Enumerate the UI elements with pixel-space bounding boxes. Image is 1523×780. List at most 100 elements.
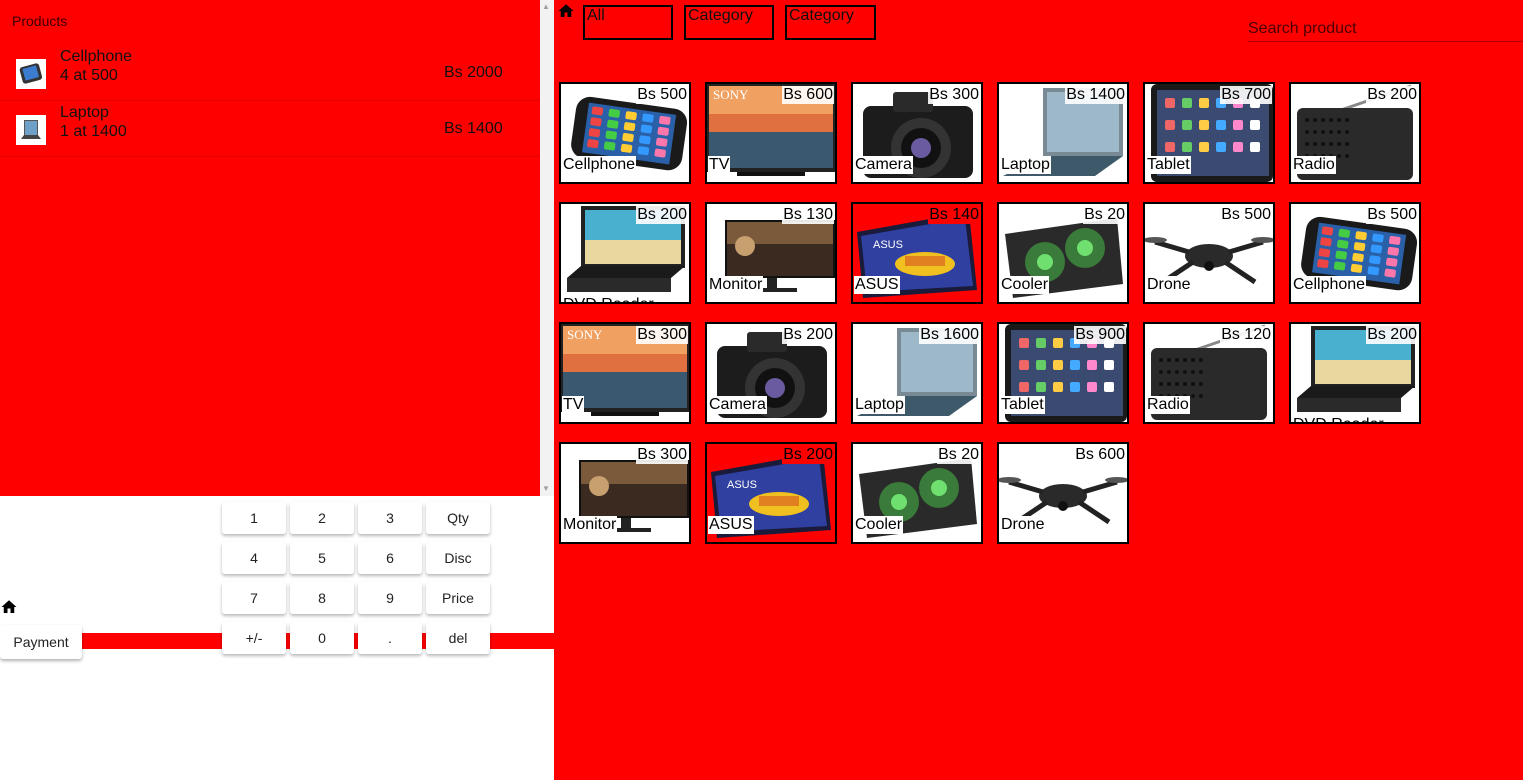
product-price: Bs 200 bbox=[636, 206, 688, 224]
scroll-up-icon[interactable]: ▲ bbox=[542, 2, 550, 11]
key-2[interactable]: 2 bbox=[290, 502, 354, 534]
key-price[interactable]: Price bbox=[426, 582, 490, 614]
product-tile[interactable]: Bs 500 Drone bbox=[1143, 202, 1275, 304]
product-name: Laptop bbox=[854, 396, 905, 414]
product-name: Cooler bbox=[854, 516, 904, 534]
key-0[interactable]: 0 bbox=[290, 622, 354, 654]
order-line[interactable]: Cellphone 4 at 500 Bs 2000 bbox=[0, 45, 540, 101]
key-disc[interactable]: Disc bbox=[426, 542, 490, 574]
key-del[interactable]: del bbox=[426, 622, 490, 654]
product-tile[interactable]: Bs 200 Radio bbox=[1289, 82, 1421, 184]
product-price: Bs 130 bbox=[782, 206, 834, 224]
filter-category-button[interactable]: Category bbox=[785, 5, 876, 40]
product-tile[interactable]: Bs 1600 Laptop bbox=[851, 322, 983, 424]
product-tile[interactable]: Bs 120 Radio bbox=[1143, 322, 1275, 424]
product-price: Bs 200 bbox=[782, 326, 834, 344]
product-price: Bs 300 bbox=[636, 446, 688, 464]
product-price: Bs 20 bbox=[1083, 206, 1126, 224]
numeric-keypad: 1 2 3 Qty 4 5 6 Disc 7 8 9 Price +/- 0 .… bbox=[222, 502, 492, 662]
filter-all-label: All bbox=[587, 7, 605, 24]
product-name: DVD Reader bbox=[562, 296, 655, 302]
product-price: Bs 600 bbox=[782, 86, 834, 104]
laptop-icon bbox=[16, 115, 46, 145]
payment-button[interactable]: Payment bbox=[0, 625, 82, 659]
scroll-down-icon[interactable]: ▼ bbox=[542, 484, 550, 493]
product-name: Cellphone bbox=[1292, 276, 1367, 294]
product-price: Bs 300 bbox=[928, 86, 980, 104]
product-tile[interactable]: Bs 200 Camera bbox=[705, 322, 837, 424]
product-tile[interactable]: Bs 20 Cooler bbox=[851, 442, 983, 544]
key-decimal[interactable]: . bbox=[358, 622, 422, 654]
key-sign[interactable]: +/- bbox=[222, 622, 286, 654]
product-name: ASUS bbox=[708, 516, 754, 534]
key-9[interactable]: 9 bbox=[358, 582, 422, 614]
product-price: Bs 900 bbox=[1074, 326, 1126, 344]
product-tile[interactable]: Bs 130 Monitor bbox=[705, 202, 837, 304]
product-name: Camera bbox=[708, 396, 767, 414]
product-tile[interactable]: Bs 200 DVD Reader bbox=[1289, 322, 1421, 424]
product-tile[interactable]: Bs 700 Tablet bbox=[1143, 82, 1275, 184]
product-name: Radio bbox=[1292, 156, 1336, 174]
product-name: Cooler bbox=[1000, 276, 1050, 294]
order-line-total: Bs 2000 bbox=[444, 64, 503, 81]
cellphone-icon bbox=[16, 59, 46, 89]
product-price: Bs 140 bbox=[928, 206, 980, 224]
product-name: Monitor bbox=[708, 276, 764, 294]
product-name: Drone bbox=[1146, 276, 1192, 294]
product-tile[interactable]: Bs 500 Cellphone bbox=[559, 82, 691, 184]
product-price: Bs 1600 bbox=[919, 326, 980, 344]
svg-text:ASUS: ASUS bbox=[727, 479, 757, 491]
catalog-panel: All Category Category Bs 500 Cellphone SON… bbox=[554, 0, 1523, 780]
product-tile[interactable]: SONY Bs 300 TV bbox=[559, 322, 691, 424]
search-input[interactable] bbox=[1248, 12, 1523, 42]
key-1[interactable]: 1 bbox=[222, 502, 286, 534]
product-price: Bs 120 bbox=[1220, 326, 1272, 344]
product-price: Bs 500 bbox=[1366, 206, 1418, 224]
product-tile[interactable]: ASUS Bs 200 ASUS bbox=[705, 442, 837, 544]
filter-category-button[interactable]: Category bbox=[684, 5, 774, 40]
product-price: Bs 200 bbox=[782, 446, 834, 464]
key-4[interactable]: 4 bbox=[222, 542, 286, 574]
product-name: Camera bbox=[854, 156, 913, 174]
product-name: DVD Reader bbox=[1292, 416, 1385, 422]
product-tile[interactable]: Bs 20 Cooler bbox=[997, 202, 1129, 304]
svg-text:ASUS: ASUS bbox=[873, 239, 903, 251]
product-tile[interactable]: Bs 300 Monitor bbox=[559, 442, 691, 544]
product-tile[interactable]: Bs 900 Tablet bbox=[997, 322, 1129, 424]
filter-category-label: Category bbox=[789, 7, 854, 24]
key-6[interactable]: 6 bbox=[358, 542, 422, 574]
product-price: Bs 20 bbox=[937, 446, 980, 464]
product-name: Radio bbox=[1146, 396, 1190, 414]
order-title: Products bbox=[12, 13, 68, 29]
product-tile[interactable]: Bs 600 Drone bbox=[997, 442, 1129, 544]
order-line[interactable]: Laptop 1 at 1400 Bs 1400 bbox=[0, 101, 540, 157]
product-price: Bs 500 bbox=[1220, 206, 1272, 224]
order-line-total: Bs 1400 bbox=[444, 120, 503, 137]
product-tile[interactable]: Bs 200 DVD Reader bbox=[559, 202, 691, 304]
product-name: Monitor bbox=[562, 516, 618, 534]
order-line-name: Laptop bbox=[60, 104, 109, 121]
product-price: Bs 200 bbox=[1366, 86, 1418, 104]
product-tile[interactable]: SONY Bs 600 TV bbox=[705, 82, 837, 184]
key-qty[interactable]: Qty bbox=[426, 502, 490, 534]
filter-category-label: Category bbox=[688, 7, 753, 24]
product-price: Bs 200 bbox=[1366, 326, 1418, 344]
product-name: Cellphone bbox=[562, 156, 637, 174]
product-tile[interactable]: Bs 300 Camera bbox=[851, 82, 983, 184]
key-7[interactable]: 7 bbox=[222, 582, 286, 614]
product-price: Bs 600 bbox=[1074, 446, 1126, 464]
product-price: Bs 1400 bbox=[1065, 86, 1126, 104]
filter-all-button[interactable]: All bbox=[583, 5, 673, 40]
order-line-detail: 1 at 1400 bbox=[60, 123, 127, 140]
key-3[interactable]: 3 bbox=[358, 502, 422, 534]
order-scrollbar[interactable]: ▲ ▼ bbox=[540, 0, 554, 496]
product-tile[interactable]: ASUS Bs 140 ASUS bbox=[851, 202, 983, 304]
home-icon[interactable] bbox=[557, 2, 575, 20]
product-price: Bs 700 bbox=[1220, 86, 1272, 104]
product-name: Tablet bbox=[1146, 156, 1191, 174]
key-5[interactable]: 5 bbox=[290, 542, 354, 574]
product-tile[interactable]: Bs 1400 Laptop bbox=[997, 82, 1129, 184]
product-tile[interactable]: Bs 500 Cellphone bbox=[1289, 202, 1421, 304]
key-8[interactable]: 8 bbox=[290, 582, 354, 614]
home-icon[interactable] bbox=[0, 598, 18, 616]
